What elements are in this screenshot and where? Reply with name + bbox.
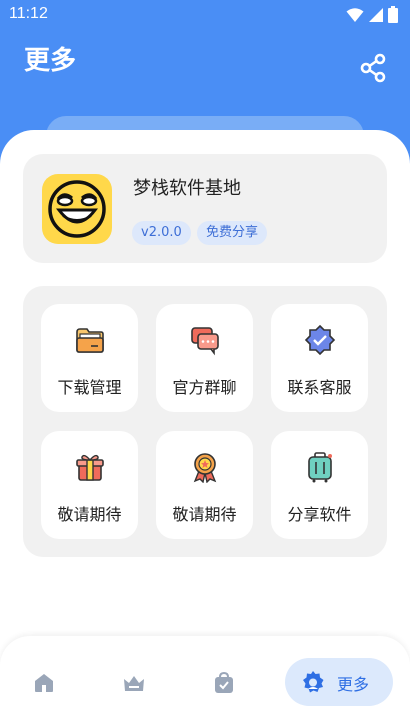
tile-label: 敬请期待 [172,505,237,524]
app-name: 梦栈软件基地 [133,178,241,199]
chat-icon [189,324,221,356]
share-app-tile[interactable]: 分享软件 [271,431,368,539]
folder-icon [74,324,106,356]
share-button[interactable] [358,53,388,83]
app-info-card: 梦栈软件基地 v2.0.0 免费分享 [23,154,387,263]
tile-label: 联系客服 [287,378,352,397]
smiley-logo-icon [42,174,112,244]
version-badge: v2.0.0 [132,221,191,245]
download-manager-tile[interactable]: 下载管理 [41,304,138,412]
coming-soon-tile-1[interactable]: 敬请期待 [41,431,138,539]
share-icon [360,53,386,83]
contact-support-tile[interactable]: 联系客服 [271,304,368,412]
status-icons [346,6,398,23]
bag-icon [215,671,233,693]
status-bar: 11:12 [0,0,410,30]
gift-icon [74,451,106,483]
coming-soon-tile-2[interactable]: 敬请期待 [156,431,253,539]
official-group-chat-tile[interactable]: 官方群聊 [156,304,253,412]
gear-icon [303,671,324,693]
status-time: 11:12 [9,5,48,22]
wifi-icon [346,7,364,22]
app-logo [42,174,112,244]
tile-label: 敬请期待 [57,505,122,524]
page-title: 更多 [24,46,77,76]
crown-icon [124,676,144,691]
medal-icon [189,451,221,484]
tile-label: 分享软件 [287,505,352,524]
home-icon [35,674,53,692]
signal-icon [369,7,383,22]
feature-grid: 下载管理 官方群聊 联系客服 敬请期待 敬请期待 分享软件 [23,286,387,557]
nav-more[interactable]: 更多 [285,658,393,706]
tile-label: 官方群聊 [172,378,237,397]
nav-bag[interactable] [212,658,236,708]
verified-badge-icon [304,324,336,356]
battery-icon [388,6,398,23]
luggage-icon [304,451,336,483]
bottom-navigation: 更多 [0,636,410,728]
free-share-badge: 免费分享 [197,221,268,245]
nav-crown[interactable] [122,658,146,708]
nav-more-label: 更多 [337,675,370,694]
nav-home[interactable] [32,658,56,708]
tile-label: 下载管理 [57,378,122,397]
